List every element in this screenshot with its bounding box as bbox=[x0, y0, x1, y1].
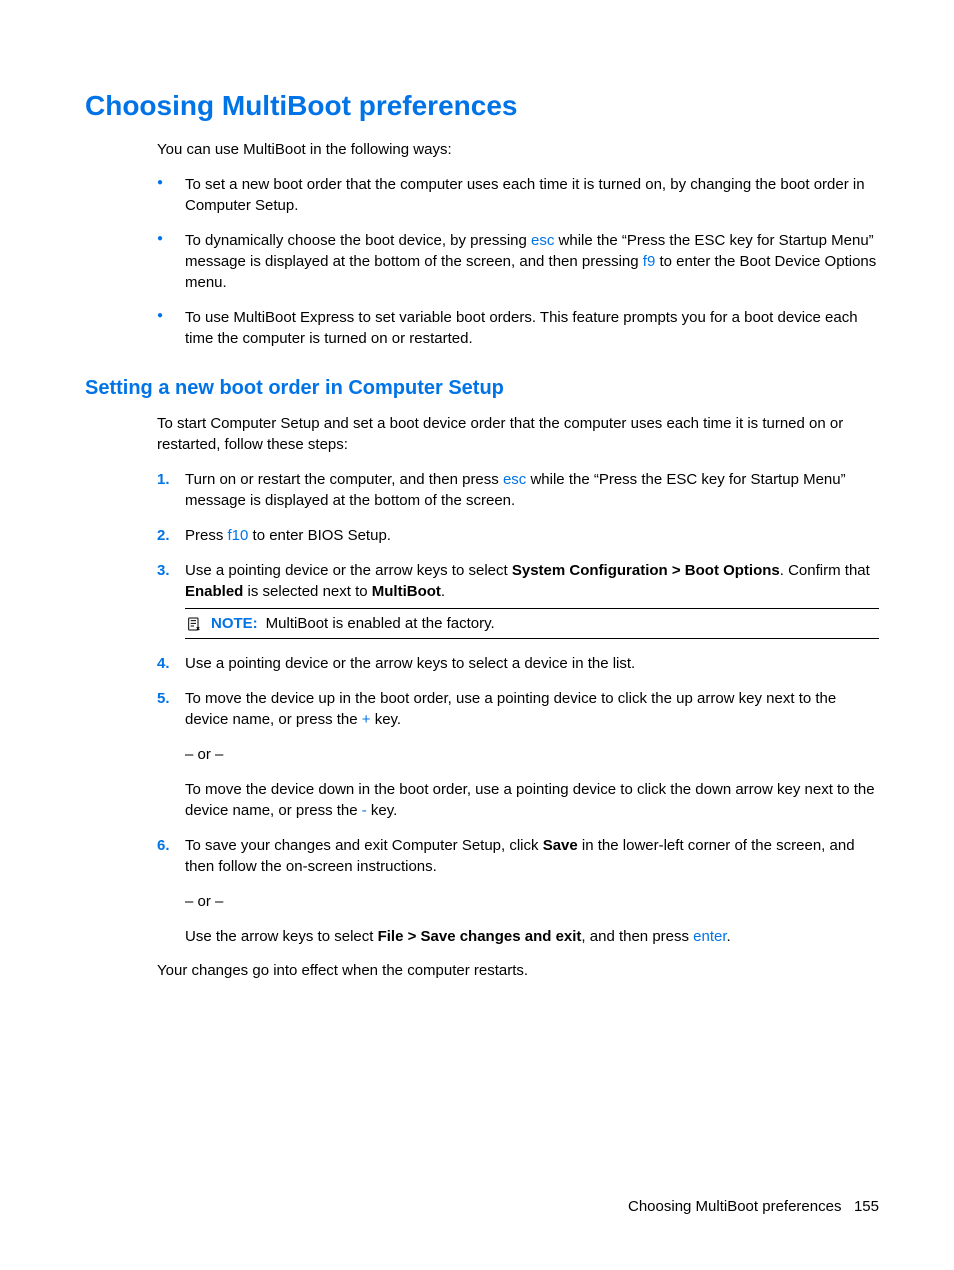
note-text: MultiBoot is enabled at the factory. bbox=[266, 614, 495, 634]
step-number: 3. bbox=[157, 560, 170, 581]
bullet-item: To set a new boot order that the compute… bbox=[157, 174, 879, 216]
step-number: 5. bbox=[157, 688, 170, 709]
intro-bullets: To set a new boot order that the compute… bbox=[85, 174, 879, 349]
document-page: Choosing MultiBoot preferences You can u… bbox=[0, 0, 954, 982]
section-intro: To start Computer Setup and set a boot d… bbox=[85, 414, 879, 455]
step-item: 6.To save your changes and exit Computer… bbox=[157, 835, 879, 947]
step-item: 4.Use a pointing device or the arrow key… bbox=[157, 653, 879, 674]
step-number: 2. bbox=[157, 525, 170, 546]
footer-text: Choosing MultiBoot preferences bbox=[628, 1198, 841, 1215]
step-number: 1. bbox=[157, 469, 170, 490]
step-sub: – or – bbox=[185, 891, 879, 912]
note-label: NOTE: bbox=[211, 614, 258, 634]
step-number: 6. bbox=[157, 835, 170, 856]
bullet-item: To use MultiBoot Express to set variable… bbox=[157, 307, 879, 349]
footer-page-number: 155 bbox=[854, 1198, 879, 1215]
page-heading: Choosing MultiBoot preferences bbox=[85, 90, 879, 122]
step-number: 4. bbox=[157, 653, 170, 674]
step-sub: Use the arrow keys to select File > Save… bbox=[185, 926, 879, 947]
page-footer: Choosing MultiBoot preferences 155 bbox=[628, 1198, 879, 1215]
step-sub: – or – bbox=[185, 744, 879, 765]
step-sub: To move the device down in the boot orde… bbox=[185, 779, 879, 821]
steps-list: 1.Turn on or restart the computer, and t… bbox=[85, 469, 879, 948]
note-icon bbox=[185, 615, 203, 633]
step-item: 3.Use a pointing device or the arrow key… bbox=[157, 560, 879, 640]
bullet-item: To dynamically choose the boot device, b… bbox=[157, 230, 879, 293]
step-item: 2.Press f10 to enter BIOS Setup. bbox=[157, 525, 879, 546]
note-box: NOTE: MultiBoot is enabled at the factor… bbox=[185, 608, 879, 640]
section-heading: Setting a new boot order in Computer Set… bbox=[85, 377, 879, 400]
closing-paragraph: Your changes go into effect when the com… bbox=[85, 961, 879, 981]
intro-paragraph: You can use MultiBoot in the following w… bbox=[85, 140, 879, 160]
step-item: 5.To move the device up in the boot orde… bbox=[157, 688, 879, 821]
step-item: 1.Turn on or restart the computer, and t… bbox=[157, 469, 879, 511]
